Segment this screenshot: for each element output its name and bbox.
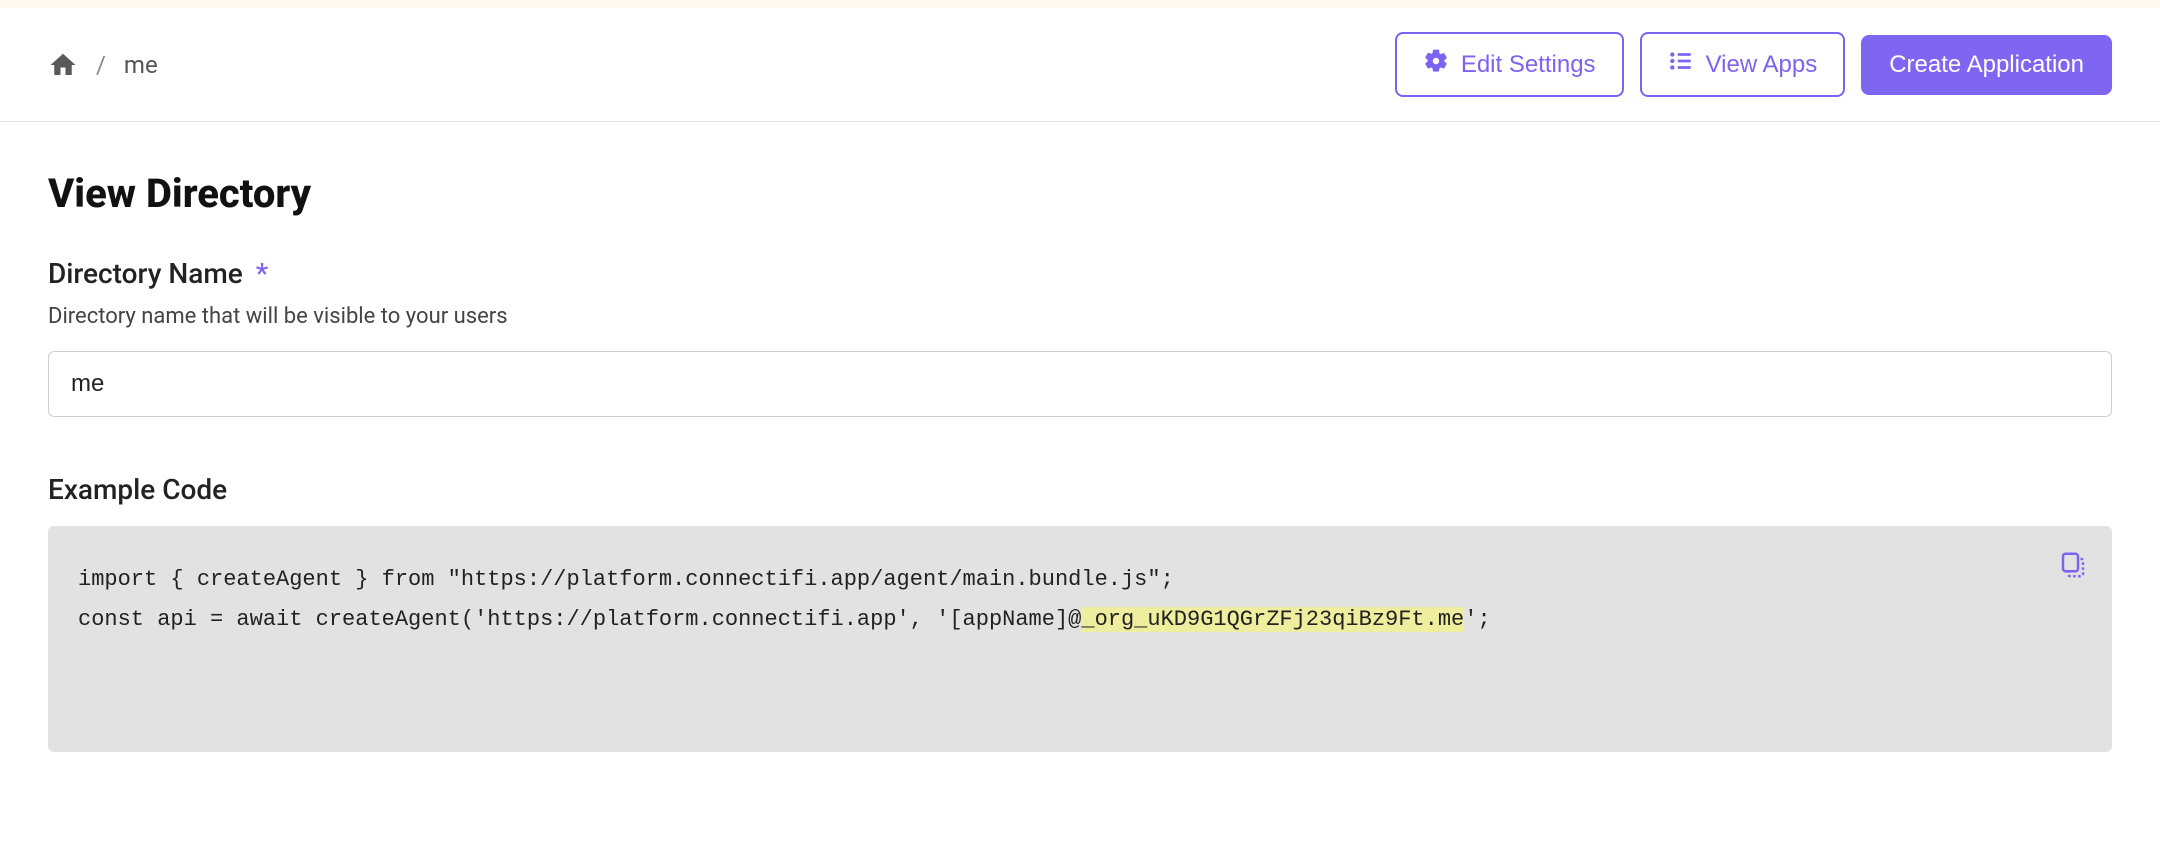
main-content: View Directory Directory Name * Director… xyxy=(0,122,2160,800)
copy-code-button[interactable] xyxy=(2058,550,2088,580)
required-asterisk: * xyxy=(256,257,268,290)
directory-name-helper: Directory name that will be visible to y… xyxy=(48,304,2112,329)
list-icon xyxy=(1668,48,1694,81)
view-apps-label: View Apps xyxy=(1706,51,1818,79)
home-icon[interactable] xyxy=(48,50,78,80)
header-actions: Edit Settings View Apps Create Applicati… xyxy=(1395,32,2112,97)
create-application-button[interactable]: Create Application xyxy=(1861,35,2112,95)
directory-name-label-text: Directory Name xyxy=(48,257,243,290)
directory-name-input[interactable] xyxy=(48,351,2112,417)
edit-settings-label: Edit Settings xyxy=(1461,51,1596,79)
code-block: import { createAgent } from "https://pla… xyxy=(48,526,2112,752)
top-accent-bar xyxy=(0,0,2160,8)
gear-icon xyxy=(1423,48,1449,81)
breadcrumb-current: me xyxy=(124,51,158,79)
edit-settings-button[interactable]: Edit Settings xyxy=(1395,32,1624,97)
page-title: View Directory xyxy=(48,170,2112,217)
breadcrumb-separator: / xyxy=(96,51,106,79)
code-highlight-org-id: _org_uKD9G1QGrZFj23qiBz9Ft.me xyxy=(1081,607,1464,632)
view-apps-button[interactable]: View Apps xyxy=(1640,32,1846,97)
code-line-2-prefix: const api = await createAgent('https://p… xyxy=(78,607,1081,632)
breadcrumb: / me xyxy=(48,50,158,80)
example-code-label: Example Code xyxy=(48,473,2112,506)
code-line-1: import { createAgent } from "https://pla… xyxy=(78,567,1174,592)
create-application-label: Create Application xyxy=(1889,51,2084,79)
code-line-2-suffix: '; xyxy=(1464,607,1490,632)
header: / me Edit Settings View Apps xyxy=(0,8,2160,122)
directory-name-label: Directory Name * xyxy=(48,257,2112,290)
